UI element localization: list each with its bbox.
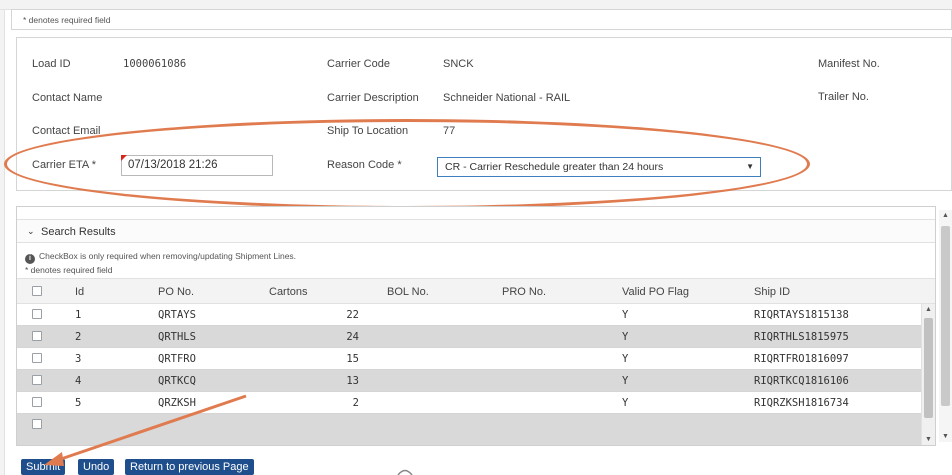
reason-code-selected-value: CR - Carrier Reschedule greater than 24 … xyxy=(445,161,664,173)
row-ship-id: RIQRTHLS1815975 xyxy=(754,331,849,343)
row-valid-po-flag: Y xyxy=(622,397,629,409)
row-checkbox[interactable] xyxy=(32,309,42,319)
table-row[interactable]: 3 QRTFRO 15 Y RIQRTFRO1816097 xyxy=(17,348,921,370)
scrollbar-thumb[interactable] xyxy=(924,318,933,418)
partial-circle-icon xyxy=(397,469,413,475)
load-details-form: Load ID 1000061086 Contact Name Contact … xyxy=(16,37,952,191)
required-field-note: * denotes required field xyxy=(11,9,952,30)
chevron-down-icon: ▼ xyxy=(746,162,754,171)
load-id-label: Load ID xyxy=(32,58,71,70)
row-valid-po-flag: Y xyxy=(622,353,629,365)
manifest-no-label: Manifest No. xyxy=(818,58,880,70)
left-edge xyxy=(0,10,5,475)
table-header: Id PO No. Cartons BOL No. PRO No. Valid … xyxy=(17,278,935,304)
chevron-down-icon[interactable]: ⌄ xyxy=(27,226,35,237)
table-row[interactable]: 4 QRTKCQ 13 Y RIQRTKCQ1816106 xyxy=(17,370,921,392)
submit-button[interactable]: Submit xyxy=(21,459,66,475)
scroll-down-icon[interactable]: ▼ xyxy=(942,433,949,440)
row-cartons: 15 xyxy=(346,353,359,365)
scroll-down-icon[interactable]: ▼ xyxy=(925,436,932,443)
load-id-value: 1000061086 xyxy=(123,58,187,70)
carrier-eta-input[interactable]: 07/13/2018 21:26 xyxy=(121,155,273,176)
ship-to-location-label: Ship To Location xyxy=(327,125,409,137)
row-ship-id: RIQRTKCQ1816106 xyxy=(754,375,849,387)
row-checkbox[interactable] xyxy=(32,397,42,407)
search-results-panel: ⌄ Search Results i CheckBox is only requi… xyxy=(16,206,936,446)
row-checkbox[interactable] xyxy=(32,375,42,385)
row-cartons: 22 xyxy=(346,309,359,321)
row-id: 3 xyxy=(75,353,82,365)
info-icon: i xyxy=(25,254,35,264)
page-scrollbar-thumb[interactable] xyxy=(941,226,950,406)
row-id: 4 xyxy=(75,375,82,387)
table-row[interactable]: 1 QRTAYS 22 Y RIQRTAYS1815138 xyxy=(17,304,921,326)
ship-to-location-value: 77 xyxy=(443,125,456,137)
row-cartons: 13 xyxy=(346,375,359,387)
row-ship-id: RIQRTAYS1815138 xyxy=(754,309,849,321)
column-header-pro-no[interactable]: PRO No. xyxy=(502,286,546,298)
row-checkbox[interactable] xyxy=(32,419,42,429)
carrier-code-label: Carrier Code xyxy=(327,58,390,70)
column-header-ship-id[interactable]: Ship ID xyxy=(754,286,790,298)
carrier-eta-label: Carrier ETA * xyxy=(32,159,96,171)
row-ship-id: RIQRTFRO1816097 xyxy=(754,353,849,365)
column-header-po-no[interactable]: PO No. xyxy=(158,286,194,298)
contact-name-label: Contact Name xyxy=(32,92,103,104)
carrier-description-label: Carrier Description xyxy=(327,92,419,104)
results-required-note: * denotes required field xyxy=(25,265,113,275)
select-all-checkbox[interactable] xyxy=(32,286,42,296)
checkbox-info-text: CheckBox is only required when removing/… xyxy=(39,251,297,261)
row-id: 2 xyxy=(75,331,82,343)
column-header-id[interactable]: Id xyxy=(75,286,84,298)
return-to-previous-page-button[interactable]: Return to previous Page xyxy=(125,459,254,475)
row-cartons: 2 xyxy=(352,397,359,409)
search-results-title: Search Results xyxy=(41,226,116,238)
table-scrollbar[interactable]: ▲ ▼ xyxy=(921,304,935,445)
row-valid-po-flag: Y xyxy=(622,309,629,321)
row-checkbox[interactable] xyxy=(32,331,42,341)
column-header-valid-po-flag[interactable]: Valid PO Flag xyxy=(622,286,689,298)
carrier-description-value: Schneider National - RAIL xyxy=(443,92,571,104)
row-po-no: QRTAYS xyxy=(158,309,196,321)
row-ship-id: RIQRZKSH1816734 xyxy=(754,397,849,409)
contact-email-label: Contact Email xyxy=(32,125,101,137)
table-row[interactable]: 2 QRTHLS 24 Y RIQRTHLS1815975 xyxy=(17,326,921,348)
changed-field-flag xyxy=(121,155,127,161)
row-po-no: QRZKSH xyxy=(158,397,196,409)
row-po-no: QRTFRO xyxy=(158,353,196,365)
row-valid-po-flag: Y xyxy=(622,331,629,343)
row-po-no: QRTKCQ xyxy=(158,375,196,387)
reason-code-label: Reason Code * xyxy=(327,159,402,171)
row-id: 5 xyxy=(75,397,82,409)
trailer-no-label: Trailer No. xyxy=(818,91,869,103)
row-cartons: 24 xyxy=(346,331,359,343)
carrier-code-value: SNCK xyxy=(443,58,474,70)
table-row[interactable]: 5 QRZKSH 2 Y RIQRZKSH1816734 xyxy=(17,392,921,414)
column-header-cartons[interactable]: Cartons xyxy=(269,286,308,298)
reason-code-select[interactable]: CR - Carrier Reschedule greater than 24 … xyxy=(437,157,761,177)
scroll-up-icon[interactable]: ▲ xyxy=(925,306,932,313)
search-results-header[interactable]: ⌄ Search Results xyxy=(17,219,935,243)
row-id: 1 xyxy=(75,309,82,321)
undo-button[interactable]: Undo xyxy=(78,459,115,475)
row-checkbox[interactable] xyxy=(32,353,42,363)
column-header-bol-no[interactable]: BOL No. xyxy=(387,286,429,298)
table-row-partial[interactable] xyxy=(17,414,921,445)
scroll-up-icon[interactable]: ▲ xyxy=(942,212,949,219)
checkbox-info-note: i CheckBox is only required when removing… xyxy=(25,251,296,264)
row-valid-po-flag: Y xyxy=(622,375,629,387)
page-scrollbar[interactable]: ▲ ▼ xyxy=(939,210,952,442)
row-po-no: QRTHLS xyxy=(158,331,196,343)
